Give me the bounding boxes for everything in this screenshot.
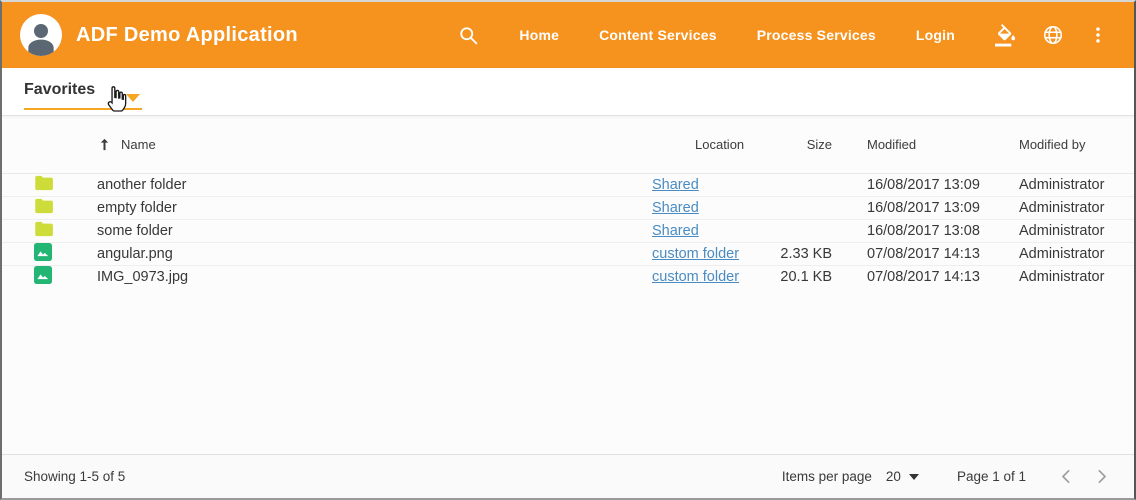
file-name[interactable]: another folder (97, 177, 186, 193)
next-page-button[interactable] (1093, 468, 1110, 485)
items-per-page-label: Items per page (782, 469, 872, 484)
search-icon[interactable] (458, 25, 479, 46)
more-vert-icon[interactable] (1088, 25, 1108, 45)
file-name[interactable]: some folder (97, 223, 173, 239)
document-list: Name Location Size Modified Modified by (2, 116, 1134, 454)
nav-process-services[interactable]: Process Services (757, 27, 876, 43)
file-size: 2.33 KB (777, 246, 832, 262)
modified-by: Administrator (1015, 177, 1134, 193)
items-per-page-select[interactable]: 20 (886, 469, 919, 484)
globe-icon[interactable] (1042, 24, 1064, 46)
modified-date: 16/08/2017 13:09 (832, 177, 1015, 193)
person-icon (21, 16, 61, 56)
folder-icon (34, 220, 54, 242)
file-name[interactable]: empty folder (97, 200, 177, 216)
location-link[interactable]: Shared (652, 177, 699, 193)
table-body: another folder Shared 16/08/2017 13:09 A… (2, 174, 1134, 288)
app-window: ADF Demo Application Home Content Servic… (0, 0, 1136, 500)
app-header: ADF Demo Application Home Content Servic… (2, 2, 1134, 68)
avatar (20, 14, 62, 56)
location-link[interactable]: Shared (652, 200, 699, 216)
table-row[interactable]: angular.png custom folder 2.33 KB 07/08/… (2, 242, 1134, 265)
modified-date: 16/08/2017 13:08 (832, 223, 1015, 239)
view-selector[interactable]: Favorites (24, 81, 95, 99)
modified-by: Administrator (1015, 246, 1134, 262)
column-header-name[interactable]: Name (97, 137, 642, 152)
file-size: 20.1 KB (777, 269, 832, 285)
nav-home[interactable]: Home (519, 27, 559, 43)
table-header-row: Name Location Size Modified Modified by (2, 116, 1134, 174)
sort-ascending-icon (97, 137, 112, 152)
page-indicator: Page 1 of 1 (957, 469, 1026, 484)
nav-login[interactable]: Login (916, 27, 955, 43)
view-selector-underline (24, 108, 142, 110)
modified-by: Administrator (1015, 223, 1134, 239)
chevron-down-icon[interactable] (126, 94, 140, 102)
modified-date: 16/08/2017 13:09 (832, 200, 1015, 216)
paginator: Showing 1-5 of 5 Items per page 20 Page … (2, 454, 1134, 498)
table-row[interactable]: another folder Shared 16/08/2017 13:09 A… (2, 174, 1134, 196)
column-header-location[interactable]: Location (642, 137, 777, 152)
image-icon (34, 266, 52, 288)
location-link[interactable]: custom folder (652, 269, 739, 285)
modified-by: Administrator (1015, 200, 1134, 216)
table-row[interactable]: IMG_0973.jpg custom folder 20.1 KB 07/08… (2, 265, 1134, 288)
modified-by: Administrator (1015, 269, 1134, 285)
column-header-modified-by[interactable]: Modified by (1015, 137, 1134, 152)
column-header-size[interactable]: Size (777, 137, 832, 152)
location-link[interactable]: Shared (652, 223, 699, 239)
color-fill-icon[interactable] (995, 24, 1018, 47)
modified-date: 07/08/2017 14:13 (832, 246, 1015, 262)
previous-page-button[interactable] (1058, 468, 1075, 485)
app-title: ADF Demo Application (76, 24, 298, 47)
image-icon (34, 243, 52, 265)
file-name[interactable]: angular.png (97, 246, 173, 262)
table-row[interactable]: some folder Shared 16/08/2017 13:08 Admi… (2, 219, 1134, 242)
column-header-modified[interactable]: Modified (832, 137, 1015, 152)
folder-icon (34, 174, 54, 196)
file-name[interactable]: IMG_0973.jpg (97, 269, 188, 285)
view-selector-bar: Favorites (2, 68, 1134, 116)
chevron-down-icon (909, 474, 919, 480)
modified-date: 07/08/2017 14:13 (832, 269, 1015, 285)
nav-content-services[interactable]: Content Services (599, 27, 717, 43)
location-link[interactable]: custom folder (652, 246, 739, 262)
table-row[interactable]: empty folder Shared 16/08/2017 13:09 Adm… (2, 196, 1134, 219)
folder-icon (34, 197, 54, 219)
showing-range-label: Showing 1-5 of 5 (24, 469, 125, 484)
items-per-page-value: 20 (886, 469, 901, 484)
